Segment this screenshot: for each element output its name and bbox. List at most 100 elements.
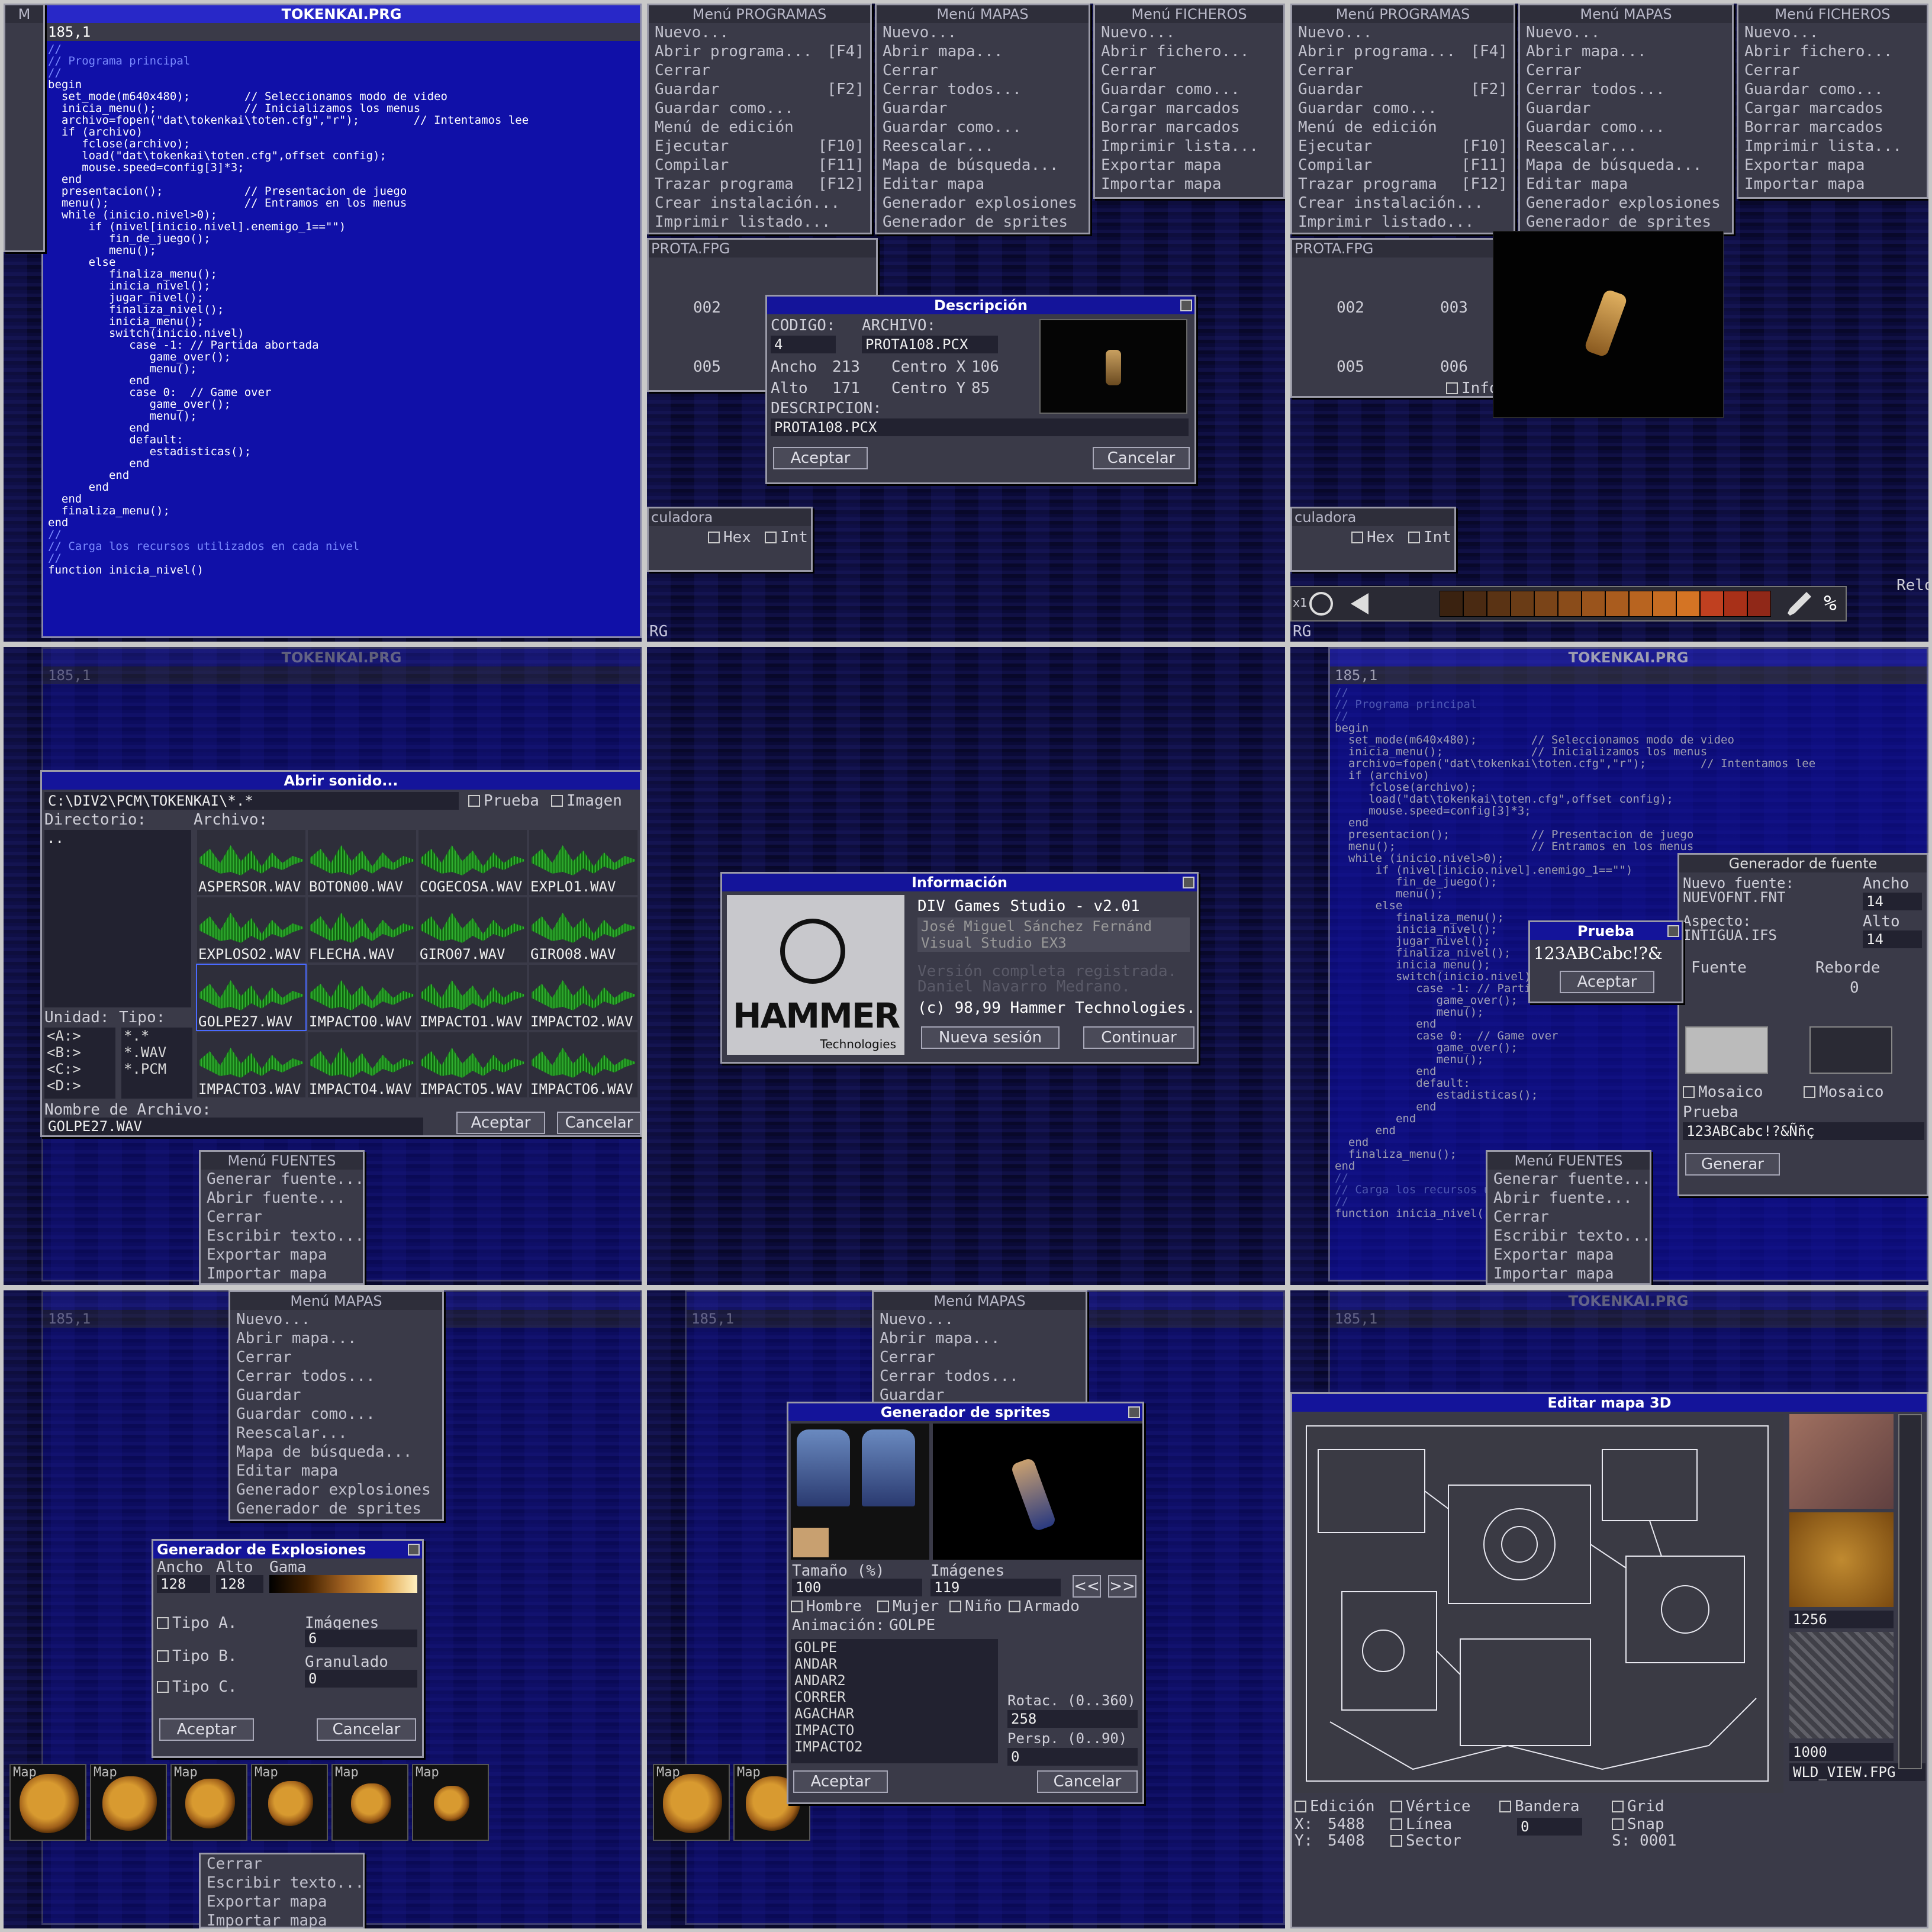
menu-item[interactable]: Cerrar xyxy=(649,61,870,80)
sound-file-item[interactable]: FLECHA.WAV xyxy=(308,897,416,962)
menu-item[interactable]: Mapa de búsqueda... xyxy=(1520,156,1732,175)
ok-button[interactable]: Aceptar xyxy=(1560,971,1654,993)
menu-item[interactable]: Reescalar... xyxy=(877,137,1089,156)
palette-swatch[interactable] xyxy=(1534,591,1558,617)
sound-file-item[interactable]: IMPACTO0.WAV xyxy=(308,965,416,1030)
animation-item[interactable]: AGACHAR xyxy=(794,1705,998,1722)
menu-item[interactable]: Menú de edición xyxy=(1292,118,1514,137)
texture-middle[interactable] xyxy=(1789,1512,1894,1607)
menu-item[interactable]: Importar mapa xyxy=(201,1911,363,1928)
animation-item[interactable]: GOLPE xyxy=(794,1639,998,1656)
menu-item[interactable]: Abrir fichero... xyxy=(1738,42,1927,61)
palette-swatch[interactable] xyxy=(1747,591,1771,617)
menu-item[interactable]: Abrir mapa... xyxy=(874,1329,1086,1348)
menu-item[interactable]: Ejecutar [F10] xyxy=(1292,137,1514,156)
animation-item[interactable]: ANDAR2 xyxy=(794,1672,998,1689)
images-field[interactable]: 119 xyxy=(930,1579,1061,1596)
archivo-field[interactable]: PROTA108.PCX xyxy=(862,336,998,353)
palette-swatch[interactable] xyxy=(1605,591,1629,617)
palette-swatch[interactable] xyxy=(1724,591,1747,617)
map-scrollbar[interactable] xyxy=(1898,1414,1922,1769)
menu-item[interactable]: Abrir mapa... xyxy=(877,42,1089,61)
sound-file-item[interactable]: EXPLOSO2.WAV xyxy=(197,897,305,962)
menu-item[interactable]: Cargar marcados xyxy=(1738,99,1927,118)
code-text[interactable]: //// Programa principal//begin set_mode(… xyxy=(43,41,640,578)
drive-item[interactable]: <B:> xyxy=(47,1044,115,1061)
sound-file-item[interactable]: IMPACTO4.WAV xyxy=(308,1032,416,1097)
menu-item[interactable]: Guardar como... xyxy=(1738,80,1927,99)
palette-swatch[interactable] xyxy=(1487,591,1511,617)
texture-top[interactable] xyxy=(1789,1414,1894,1509)
menu-item[interactable]: Compilar [F11] xyxy=(649,156,870,175)
close-icon[interactable] xyxy=(1128,1406,1140,1418)
menu-item[interactable]: Trazar programa [F12] xyxy=(649,175,870,194)
sound-file-item[interactable]: BOTON00.WAV xyxy=(308,830,416,895)
cancel-button[interactable]: Cancelar xyxy=(557,1112,641,1134)
sound-file-item[interactable]: IMPACTO2.WAV xyxy=(529,965,637,1030)
menu-item[interactable]: Crear instalación... xyxy=(649,194,870,212)
type-item[interactable]: *.* xyxy=(124,1028,192,1044)
menu-item[interactable]: Imprimir listado... xyxy=(1292,212,1514,231)
gama-gradient[interactable] xyxy=(269,1575,417,1593)
menu-item[interactable]: Generar fuente... xyxy=(1487,1170,1651,1189)
zoom-icon[interactable] xyxy=(1309,592,1333,616)
menu-item[interactable]: Guardar como... xyxy=(877,118,1089,137)
type-item[interactable]: *.PCM xyxy=(124,1061,192,1077)
menu-item[interactable]: Exportar mapa xyxy=(201,1892,363,1911)
type-item[interactable]: *.WAV xyxy=(124,1044,192,1061)
menu-item[interactable]: Mapa de búsqueda... xyxy=(230,1442,442,1461)
menu-item[interactable]: Generar fuente... xyxy=(201,1170,364,1189)
menu-item[interactable]: Guardar [F2] xyxy=(649,80,870,99)
new-session-button[interactable]: Nueva sesión xyxy=(921,1026,1060,1049)
menu-item[interactable]: Importar mapa xyxy=(1738,175,1927,194)
close-icon[interactable] xyxy=(1180,300,1192,311)
menu-item[interactable]: Ejecutar [F10] xyxy=(649,137,870,156)
menu-item[interactable]: Cargar marcados xyxy=(1095,99,1283,118)
animation-item[interactable]: ANDAR xyxy=(794,1656,998,1672)
drive-item[interactable]: <D:> xyxy=(47,1077,115,1094)
menu-item[interactable]: Abrir fuente... xyxy=(1487,1189,1650,1208)
menu-item[interactable]: Reescalar... xyxy=(230,1424,442,1442)
sound-file-item[interactable]: IMPACTO3.WAV xyxy=(197,1032,305,1097)
menu-item[interactable]: Borrar marcados xyxy=(1095,118,1283,137)
sound-file-item[interactable]: IMPACTO5.WAV xyxy=(418,1032,527,1097)
menu-item[interactable]: Generador de sprites xyxy=(1520,212,1732,231)
menu-item[interactable]: Imprimir lista... xyxy=(1095,137,1283,156)
menu-item[interactable]: Cerrar xyxy=(1095,61,1283,80)
menu-item[interactable]: Cerrar xyxy=(201,1208,363,1226)
menu-item[interactable]: Abrir mapa... xyxy=(1520,42,1732,61)
menu-item[interactable]: Guardar como... xyxy=(230,1405,442,1424)
close-icon[interactable] xyxy=(1667,925,1679,937)
menu-item[interactable]: Compilar [F11] xyxy=(1292,156,1514,175)
texture-bottom[interactable] xyxy=(1789,1632,1894,1738)
type-list[interactable]: *.* *.WAV *.PCM xyxy=(121,1028,192,1099)
menu-item[interactable]: Nuevo... xyxy=(874,1310,1086,1329)
menu-item[interactable]: Abrir mapa... xyxy=(230,1329,442,1348)
menu-item[interactable]: Abrir fichero... xyxy=(1095,42,1283,61)
menu-item[interactable]: Crear instalación... xyxy=(1292,194,1514,212)
ok-button[interactable]: Aceptar xyxy=(773,447,868,469)
fuente-swatch[interactable] xyxy=(1685,1026,1768,1074)
palette-swatch[interactable] xyxy=(1440,591,1463,617)
palette-swatch[interactable] xyxy=(1558,591,1582,617)
menu-item[interactable]: Nuevo... xyxy=(1292,23,1514,42)
menu-item[interactable]: Importar mapa xyxy=(201,1264,363,1283)
menu-item[interactable]: Abrir fuente... xyxy=(201,1189,363,1208)
menu-item[interactable]: Cerrar xyxy=(877,61,1089,80)
animation-item[interactable]: CORRER xyxy=(794,1689,998,1705)
palette-swatch[interactable] xyxy=(1582,591,1605,617)
color-palette[interactable] xyxy=(1440,591,1771,617)
menu-item[interactable]: Cerrar xyxy=(874,1348,1086,1367)
drive-item[interactable]: <C:> xyxy=(47,1061,115,1077)
imagenes-field[interactable]: 6 xyxy=(305,1630,417,1647)
menu-item[interactable]: Cerrar todos... xyxy=(230,1367,442,1386)
animation-item[interactable]: IMPACTO2 xyxy=(794,1738,998,1755)
ok-button[interactable]: Aceptar xyxy=(793,1770,888,1793)
menu-item[interactable]: Cerrar todos... xyxy=(877,80,1089,99)
menu-item[interactable]: Escribir texto... xyxy=(1487,1226,1651,1245)
menu-item[interactable]: Menú de edición xyxy=(649,118,870,137)
menu-item[interactable]: Cerrar xyxy=(201,1854,363,1873)
sound-file-item[interactable]: COGECOSA.WAV xyxy=(418,830,527,895)
sound-file-item[interactable]: GOLPE27.WAV xyxy=(196,964,307,1031)
menu-item[interactable]: Cerrar xyxy=(1520,61,1732,80)
